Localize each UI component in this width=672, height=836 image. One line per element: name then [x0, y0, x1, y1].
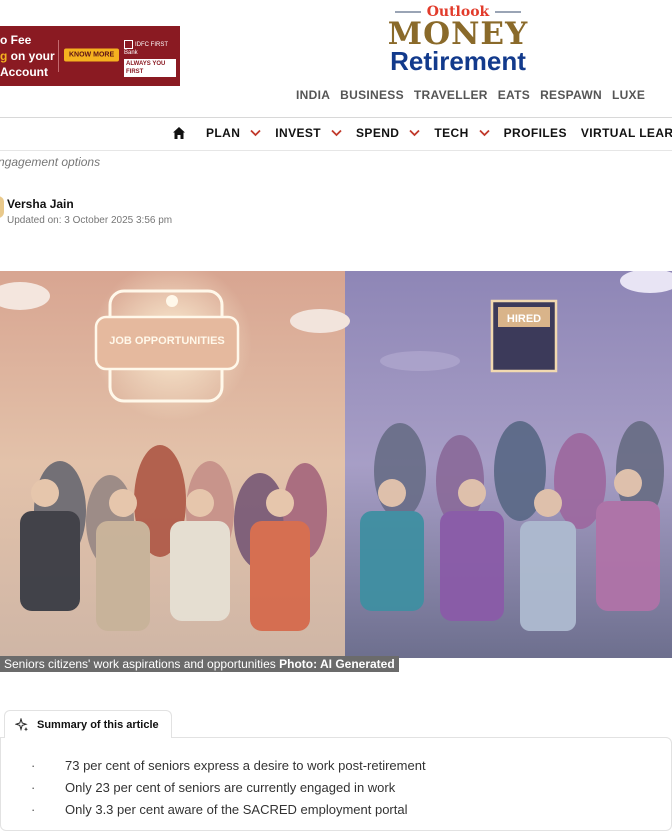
- author-name[interactable]: Versha Jain: [7, 197, 74, 211]
- updated-timestamp: Updated on: 3 October 2025 3:56 pm: [7, 215, 173, 226]
- ad-bank-tag: ALWAYS YOU FIRST: [124, 59, 176, 78]
- chevron-down-icon: [479, 129, 490, 137]
- top-nav-luxe[interactable]: LUXE: [612, 88, 645, 102]
- chevron-down-icon: [409, 129, 421, 137]
- bank-logo-icon: [124, 40, 133, 49]
- nav-item-profiles[interactable]: PROFILES: [504, 126, 567, 140]
- ad-bank-logo: IDFC FIRST Bank ALWAYS YOU FIRST: [124, 40, 176, 78]
- logo-rule-left: [394, 11, 421, 13]
- caption-credit: Photo: AI Generated: [279, 657, 395, 671]
- top-nav: INDIA BUSINESS TRAVELLER EATS RESPAWN LU…: [296, 88, 645, 102]
- nav-item-virtual-learning-label: VIRTUAL LEARNING: [580, 126, 672, 140]
- top-nav-respawn[interactable]: RESPAWN: [540, 88, 602, 102]
- hero-right-sign-text: HIRED: [507, 313, 541, 325]
- author-avatar[interactable]: [0, 196, 4, 218]
- summary-title: Summary of this article: [37, 718, 159, 731]
- nav-item-profiles-label: PROFILES: [503, 126, 567, 140]
- ad-line2b: on your: [7, 49, 55, 63]
- chevron-down-icon: [250, 129, 261, 137]
- ad-banner[interactable]: o Fee g on your Account KNOW MORE IDFC F…: [0, 26, 180, 86]
- engagement-options-link[interactable]: ngagement options: [0, 155, 100, 169]
- caption-text: Seniors citizens' work aspirations and o…: [4, 657, 280, 671]
- logo-money: MONEY: [387, 16, 529, 52]
- top-nav-business[interactable]: BUSINESS: [340, 88, 404, 102]
- nav-item-spend-label: SPEND: [356, 126, 400, 140]
- nav-item-plan-label: PLAN: [206, 126, 241, 140]
- summary-box: 73 per cent of seniors express a desire …: [0, 737, 672, 831]
- ad-line1: o Fee: [0, 33, 32, 47]
- ad-line3: Account: [0, 65, 48, 79]
- summary-tab[interactable]: Summary of this article: [4, 710, 172, 738]
- nav-item-plan[interactable]: PLAN: [206, 126, 261, 140]
- site-logo[interactable]: Outlook MONEY Retirement: [378, 4, 538, 74]
- summary-point: 73 per cent of seniors express a desire …: [31, 757, 426, 779]
- ad-divider: [58, 40, 59, 72]
- top-nav-india[interactable]: INDIA: [296, 88, 330, 102]
- home-icon[interactable]: [172, 126, 186, 140]
- image-caption: Seniors citizens' work aspirations and o…: [0, 656, 399, 672]
- logo-rule-right: [495, 11, 522, 13]
- chevron-down-icon: [331, 129, 342, 137]
- nav-item-invest[interactable]: INVEST: [275, 126, 342, 140]
- top-nav-traveller[interactable]: TRAVELLER: [414, 88, 488, 102]
- summary-list: 73 per cent of seniors express a desire …: [31, 757, 426, 823]
- nav-item-tech[interactable]: TECH: [434, 126, 490, 140]
- hero-image: JOB OPPORTUNITIES HIRED: [0, 271, 672, 658]
- nav-item-virtual-learning[interactable]: VIRTUAL LEARNING: [581, 126, 672, 140]
- nav-divider: [0, 150, 672, 151]
- logo-retirement: Retirement: [390, 46, 526, 76]
- header-divider: [0, 117, 672, 118]
- top-nav-eats[interactable]: EATS: [498, 88, 530, 102]
- summary-point: Only 3.3 per cent aware of the SACRED em…: [31, 801, 426, 823]
- ad-know-more-button[interactable]: KNOW MORE: [64, 48, 120, 62]
- nav-item-spend[interactable]: SPEND: [356, 126, 421, 140]
- main-nav: PLAN INVEST SPEND TECH PROFILES VIRTUAL …: [172, 126, 672, 140]
- hero-left-sign-text: JOB OPPORTUNITIES: [109, 335, 225, 347]
- ad-text: o Fee g on your Account: [0, 32, 55, 80]
- nav-item-invest-label: INVEST: [275, 126, 322, 140]
- nav-item-tech-label: TECH: [434, 126, 469, 140]
- sparkle-icon: [15, 717, 28, 731]
- summary-point: Only 23 per cent of seniors are currentl…: [31, 779, 426, 801]
